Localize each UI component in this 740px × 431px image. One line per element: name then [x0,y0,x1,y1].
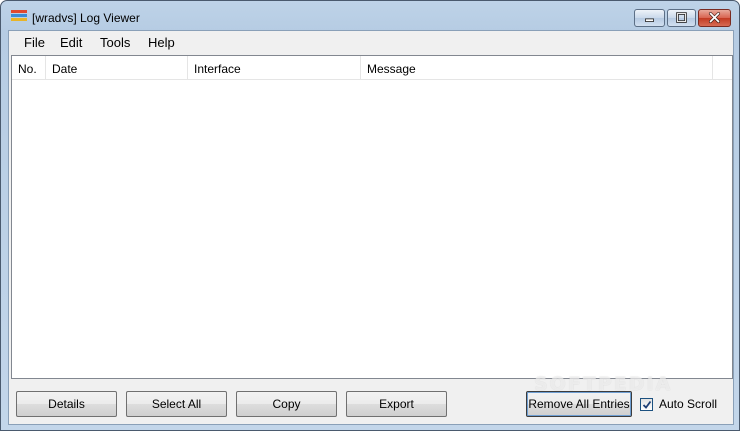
column-header-filler [713,56,732,79]
title-bar[interactable]: [wradvs] Log Viewer [1,1,739,30]
menu-help[interactable]: Help [148,35,175,50]
minimize-button[interactable] [634,9,665,27]
list-header: No. Date Interface Message [12,56,732,80]
client-area: File Edit Tools Help No. Date Interface … [8,30,734,425]
close-button[interactable] [698,9,731,27]
copy-button[interactable]: Copy [236,391,337,417]
checkmark-icon [642,400,652,409]
auto-scroll-checkbox[interactable] [640,398,653,411]
menu-bar: File Edit Tools Help [9,31,733,53]
auto-scroll-label: Auto Scroll [659,397,718,411]
remove-all-entries-button[interactable]: Remove All Entries [526,391,632,417]
minimize-icon [645,18,654,22]
log-viewer-window: [wradvs] Log Viewer File Edit Tools Help [0,0,740,431]
column-header-date[interactable]: Date [46,56,188,79]
column-header-interface[interactable]: Interface [188,56,361,79]
details-button[interactable]: Details [16,391,117,417]
export-button[interactable]: Export [346,391,447,417]
select-all-button[interactable]: Select All [126,391,227,417]
log-entries-list[interactable]: No. Date Interface Message [11,55,733,379]
menu-edit[interactable]: Edit [60,35,82,50]
menu-file[interactable]: File [24,35,45,50]
column-header-no[interactable]: No. [12,56,46,79]
maximize-icon [676,12,687,23]
maximize-button[interactable] [667,9,696,27]
column-header-message[interactable]: Message [361,56,713,79]
close-icon [708,12,721,24]
menu-tools[interactable]: Tools [100,35,130,50]
window-title: [wradvs] Log Viewer [32,11,140,25]
log-viewer-app-icon [11,10,27,23]
